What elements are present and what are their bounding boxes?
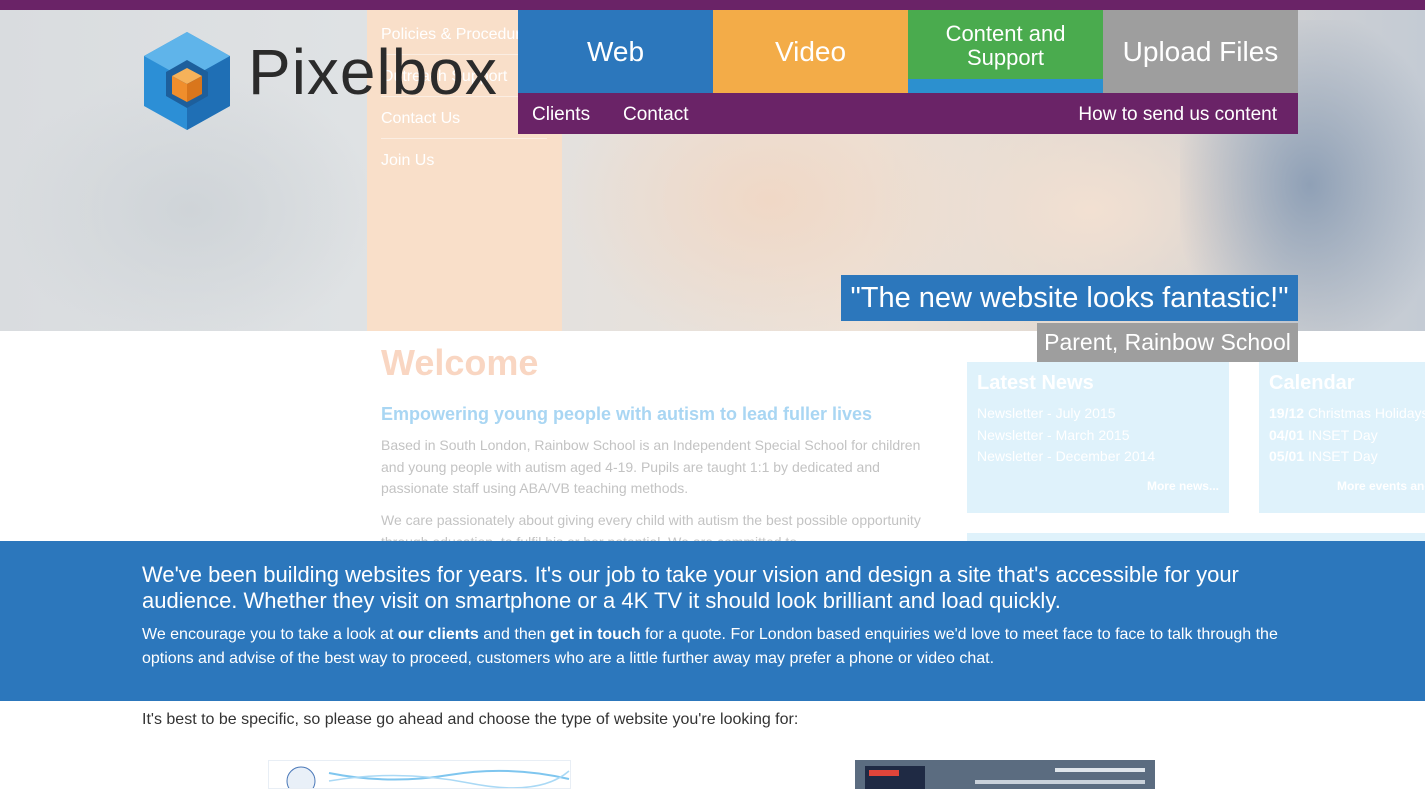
calendar-label: Christmas Holidays — [1307, 405, 1425, 421]
banner-lead: We've been building websites for years. … — [142, 562, 1239, 613]
preview-menu-item: Join Us — [381, 152, 435, 169]
banner-body: We encourage you to take a look at our c… — [142, 623, 1282, 671]
calendar-item: 05/01 INSET Day — [1269, 448, 1378, 464]
news-more-link: More news... — [1146, 479, 1219, 493]
tab-content-and-support[interactable]: Content and Support — [908, 10, 1103, 93]
main-nav: Web Video Content and Support Upload Fil… — [518, 10, 1298, 93]
tab-active-indicator — [908, 79, 1103, 93]
news-item: Newsletter - December 2014 — [977, 448, 1156, 464]
website-thumbnail-removals[interactable] — [855, 760, 1155, 789]
sub-nav: Clients Contact How to send us content — [518, 93, 1298, 134]
our-clients-link[interactable]: our clients — [398, 626, 479, 643]
preview-calendar-panel: Calendar 19/12 Christmas Holidays 04/01 … — [1259, 362, 1425, 513]
subnav-contact-link[interactable]: Contact — [623, 104, 688, 126]
choose-website-type-text: It's best to be specific, so please go a… — [142, 711, 799, 728]
calendar-label: INSET Day — [1307, 427, 1378, 443]
calendar-date: 19/12 — [1269, 405, 1305, 421]
news-title: Latest News — [977, 372, 1094, 394]
calendar-title: Calendar — [1269, 372, 1355, 394]
tab-content-label: Content and Support — [945, 20, 1066, 70]
pixelbox-cube-logo-icon[interactable] — [142, 30, 232, 137]
testimonial-quote: "The new website looks fantastic!" — [841, 275, 1298, 321]
top-accent-strip — [0, 0, 1425, 10]
calendar-date: 04/01 — [1269, 427, 1305, 443]
subnav-how-to-send-link[interactable]: How to send us content — [1078, 104, 1277, 126]
website-thumbnail-school[interactable] — [268, 760, 571, 789]
intro-banner: We've been building websites for years. … — [0, 541, 1425, 701]
brand-name[interactable]: Pixelbox — [248, 40, 498, 104]
banner-body-text: We encourage you to take a look at — [142, 626, 398, 643]
calendar-more-link: More events and dates... — [1337, 479, 1425, 493]
tab-upload-files[interactable]: Upload Files — [1103, 10, 1298, 93]
tab-video[interactable]: Video — [713, 10, 908, 93]
calendar-item: 04/01 INSET Day — [1269, 427, 1378, 443]
preview-news-panel: Latest News Newsletter - July 2015 Newsl… — [967, 362, 1229, 513]
preview-paragraph: Based in South London, Rainbow School is… — [381, 437, 921, 496]
get-in-touch-link[interactable]: get in touch — [550, 626, 641, 643]
tab-web[interactable]: Web — [518, 10, 713, 93]
news-item: Newsletter - July 2015 — [977, 405, 1116, 421]
news-item: Newsletter - March 2015 — [977, 427, 1130, 443]
banner-body-text: and then — [478, 626, 550, 643]
testimonial-author: Parent, Rainbow School — [1037, 323, 1298, 362]
calendar-label: INSET Day — [1307, 448, 1378, 464]
preview-welcome-heading: Welcome — [381, 342, 539, 383]
preview-tagline: Empowering young people with autism to l… — [381, 404, 873, 424]
subnav-clients-link[interactable]: Clients — [532, 104, 590, 126]
calendar-date: 05/01 — [1269, 448, 1305, 464]
calendar-item: 19/12 Christmas Holidays — [1269, 405, 1425, 421]
